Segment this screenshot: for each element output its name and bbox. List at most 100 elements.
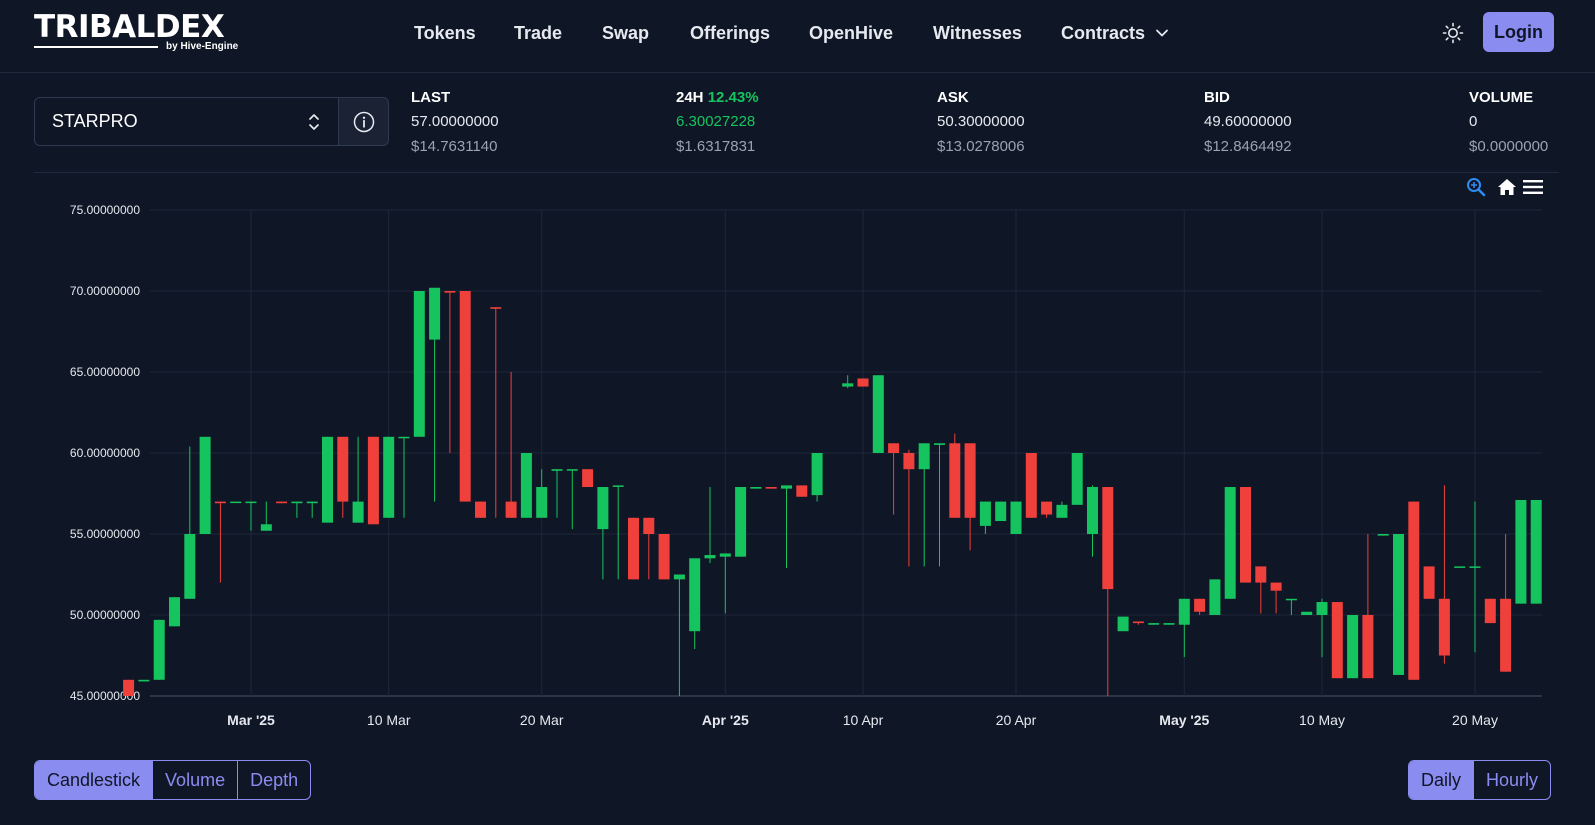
candle-body (689, 558, 701, 632)
candle-body (735, 487, 747, 557)
candle-body (1530, 499, 1542, 604)
nav-offerings[interactable]: Offerings (690, 20, 770, 46)
x-tick-label: 10 Apr (843, 712, 884, 728)
candle-body (123, 679, 135, 696)
candle-body (1438, 598, 1450, 656)
candle-body (1301, 611, 1313, 615)
candle-body (811, 453, 823, 496)
candle-body (551, 469, 563, 471)
candle-body (1270, 582, 1282, 591)
stat-last-value: 57.00000000 (411, 113, 499, 130)
candle-body (888, 443, 900, 453)
y-tick-label: 55.00000000 (70, 527, 140, 541)
info-icon (353, 111, 375, 133)
candle-body (214, 501, 226, 504)
logo-underline (34, 46, 158, 48)
candle-body (781, 485, 792, 489)
candle-body (1255, 566, 1267, 583)
sun-icon[interactable] (1442, 22, 1464, 44)
candle-body (199, 436, 211, 534)
candle-body (934, 443, 945, 445)
nav-witnesses[interactable]: Witnesses (933, 20, 1022, 46)
hourly-button[interactable]: Hourly (1474, 761, 1550, 799)
x-tick-label: 20 Mar (520, 712, 564, 728)
stat-24h-pct: 12.43% (707, 89, 759, 106)
candle-body (765, 487, 777, 489)
candle-body (719, 553, 731, 557)
candle-body (398, 436, 410, 439)
login-button[interactable]: Login (1483, 12, 1554, 52)
candle-body (1102, 487, 1114, 590)
candlestick-button[interactable]: Candlestick (35, 761, 154, 799)
candle-body (1515, 499, 1527, 604)
divider (34, 172, 1559, 173)
stat-bid-label: BID (1204, 89, 1230, 106)
nav-trade[interactable]: Trade (514, 20, 562, 46)
candle-body (1148, 623, 1160, 625)
candle-body (612, 485, 624, 487)
candle-body (1500, 598, 1512, 672)
candle-body (1285, 598, 1297, 601)
candle-body (1209, 579, 1221, 615)
depth-button[interactable]: Depth (238, 761, 310, 799)
candle-body (520, 453, 532, 518)
logo-text: TRIBALDEX (34, 9, 225, 45)
candle-body (566, 469, 578, 471)
stat-24h-value: 6.30027228 (676, 113, 756, 130)
stat-last-label: LAST (411, 89, 451, 106)
token-select[interactable]: STARPRO (34, 97, 339, 146)
candle-body (1178, 598, 1190, 625)
interval-toggle: Daily Hourly (1408, 760, 1552, 800)
candle-body (1194, 598, 1206, 612)
stat-volume: VOLUME 0 $0.0000000 (1469, 87, 1548, 159)
x-tick-label: 20 May (1452, 712, 1498, 728)
candle-body (1132, 621, 1144, 624)
candle-body (245, 501, 257, 504)
nav-openhive[interactable]: OpenHive (809, 20, 893, 46)
nav-contracts[interactable]: Contracts (1061, 20, 1145, 46)
candle-body (1408, 501, 1420, 680)
candle-body (964, 443, 976, 518)
candle-body (979, 501, 991, 526)
candle-body (322, 436, 333, 523)
volume-button[interactable]: Volume (153, 761, 239, 799)
header: TRIBALDEX by Hive-Engine Tokens Trade Sw… (0, 0, 1595, 73)
chevron-down-icon[interactable] (1154, 25, 1170, 41)
candle-body (367, 436, 379, 525)
stat-volume-value: 0 (1469, 113, 1478, 130)
y-tick-label: 60.00000000 (70, 446, 140, 460)
token-select-value: STARPRO (52, 111, 138, 131)
candle-body (1010, 501, 1022, 534)
nav-tokens[interactable]: Tokens (414, 20, 476, 46)
token-info-button[interactable] (339, 97, 389, 146)
candle-body (536, 487, 548, 518)
y-tick-label: 75.00000000 (70, 203, 140, 217)
candle-body (413, 291, 425, 437)
candle-body (903, 453, 915, 470)
candle-body (429, 287, 441, 340)
stat-bid-value: 49.60000000 (1204, 113, 1292, 130)
stat-bid-usd: $12.8464492 (1204, 138, 1292, 155)
x-tick-label: 10 Mar (367, 712, 411, 728)
candle-body (1056, 504, 1068, 518)
candle-body (796, 485, 808, 497)
x-tick-label: 10 May (1299, 712, 1345, 728)
daily-button[interactable]: Daily (1409, 761, 1475, 799)
x-tick-label: May '25 (1159, 712, 1209, 728)
candle-body (153, 619, 165, 680)
candle-body (1240, 487, 1251, 583)
candle-body (459, 291, 471, 502)
candle-body (1163, 623, 1175, 625)
x-tick-label: Mar '25 (227, 712, 275, 728)
candle-body (1484, 598, 1496, 624)
candle-body (1041, 501, 1053, 515)
candle-body (918, 443, 930, 470)
candle-body (704, 555, 716, 559)
nav-swap[interactable]: Swap (602, 20, 649, 46)
candle-body (383, 436, 395, 518)
candle-body (1117, 616, 1129, 632)
candlestick-chart[interactable]: 75.00000000 70.00000000 65.00000000 60.0000… (0, 175, 1595, 735)
logo[interactable]: TRIBALDEX by Hive-Engine (34, 9, 238, 54)
candle-body (750, 487, 762, 489)
candle-body (337, 436, 349, 502)
